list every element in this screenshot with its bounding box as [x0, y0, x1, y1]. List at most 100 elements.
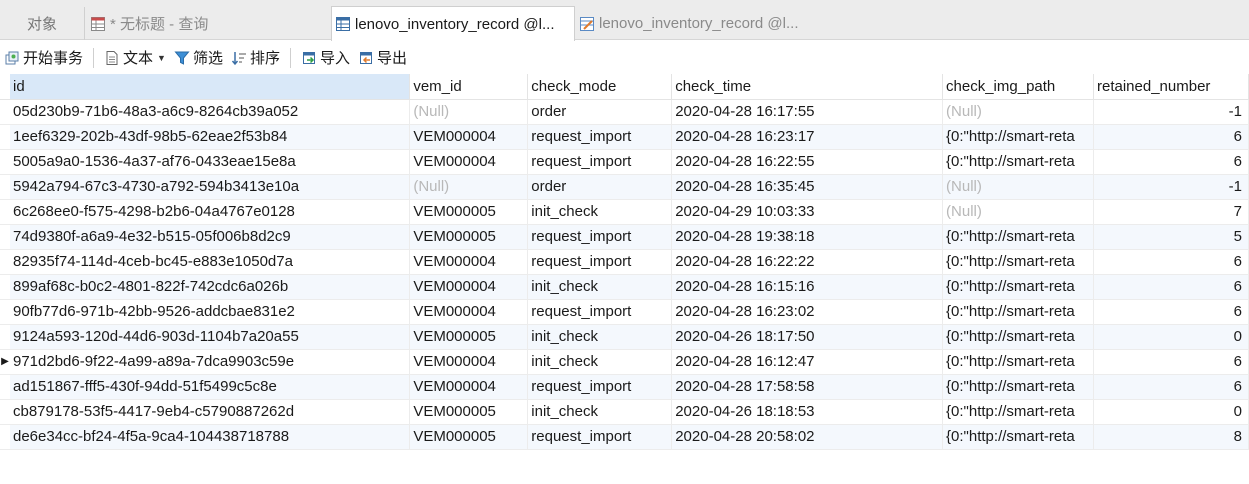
cell-retained-number[interactable]: 5: [1093, 224, 1249, 250]
cell-vem-id[interactable]: VEM000004: [409, 349, 529, 375]
row-indicator[interactable]: [0, 199, 10, 225]
cell-check-img-path[interactable]: {0:"http://smart-reta: [942, 124, 1094, 150]
export-button[interactable]: 导出: [354, 45, 411, 71]
table-row[interactable]: ad151867-fff5-430f-94dd-51f5499c5c8e VEM0…: [0, 374, 1249, 400]
cell-check-time[interactable]: 2020-04-26 18:18:53: [671, 399, 944, 425]
row-indicator[interactable]: [0, 149, 10, 175]
cell-vem-id[interactable]: VEM000004: [409, 249, 529, 275]
cell-vem-id[interactable]: VEM000005: [409, 424, 529, 450]
cell-id[interactable]: 899af68c-b0c2-4801-822f-742cdc6a026b: [9, 274, 411, 300]
cell-retained-number[interactable]: 6: [1093, 349, 1249, 375]
cell-retained-number[interactable]: 7: [1093, 199, 1249, 225]
cell-check-img-path[interactable]: {0:"http://smart-reta: [942, 424, 1094, 450]
cell-id[interactable]: 5942a794-67c3-4730-a792-594b3413e10a: [9, 174, 411, 200]
cell-check-img-path[interactable]: {0:"http://smart-reta: [942, 274, 1094, 300]
cell-check-time[interactable]: 2020-04-28 19:38:18: [671, 224, 944, 250]
row-indicator[interactable]: [0, 274, 10, 300]
row-indicator[interactable]: [0, 174, 10, 200]
cell-id[interactable]: 971d2bd6-9f22-4a99-a89a-7dca9903c59e: [9, 349, 411, 375]
cell-check-img-path[interactable]: (Null): [942, 99, 1094, 125]
filter-button[interactable]: 筛选: [170, 45, 227, 71]
row-indicator[interactable]: ▶: [0, 349, 10, 375]
tab-untitled-query[interactable]: * 无标题 - 查询: [84, 7, 330, 40]
cell-id[interactable]: 05d230b9-71b6-48a3-a6c9-8264cb39a052: [9, 99, 411, 125]
cell-check-mode[interactable]: order: [527, 99, 673, 125]
cell-retained-number[interactable]: -1: [1093, 174, 1249, 200]
column-header-check-mode[interactable]: check_mode: [527, 74, 673, 100]
cell-check-mode[interactable]: init_check: [527, 399, 673, 425]
row-indicator[interactable]: [0, 124, 10, 150]
cell-retained-number[interactable]: 6: [1093, 149, 1249, 175]
cell-check-time[interactable]: 2020-04-26 18:17:50: [671, 324, 944, 350]
table-row[interactable]: 6c268ee0-f575-4298-b2b6-04a4767e0128 VEM0…: [0, 199, 1249, 225]
cell-check-time[interactable]: 2020-04-28 16:22:22: [671, 249, 944, 275]
cell-id[interactable]: 1eef6329-202b-43df-98b5-62eae2f53b84: [9, 124, 411, 150]
table-row[interactable]: 899af68c-b0c2-4801-822f-742cdc6a026b VEM0…: [0, 274, 1249, 300]
row-indicator[interactable]: [0, 299, 10, 325]
table-row[interactable]: 5942a794-67c3-4730-a792-594b3413e10a (Nul…: [0, 174, 1249, 200]
table-row[interactable]: cb879178-53f5-4417-9eb4-c5790887262d VEM0…: [0, 399, 1249, 425]
cell-check-img-path[interactable]: (Null): [942, 174, 1094, 200]
cell-check-time[interactable]: 2020-04-28 16:23:02: [671, 299, 944, 325]
table-row[interactable]: 90fb77d6-971b-42bb-9526-addcbae831e2 VEM0…: [0, 299, 1249, 325]
cell-vem-id[interactable]: VEM000005: [409, 324, 529, 350]
cell-id[interactable]: 5005a9a0-1536-4a37-af76-0433eae15e8a: [9, 149, 411, 175]
text-button[interactable]: 文本 ▼: [100, 45, 170, 71]
table-row[interactable]: 05d230b9-71b6-48a3-a6c9-8264cb39a052 (Nul…: [0, 99, 1249, 125]
cell-check-time[interactable]: 2020-04-28 16:17:55: [671, 99, 944, 125]
cell-vem-id[interactable]: VEM000005: [409, 199, 529, 225]
cell-retained-number[interactable]: 8: [1093, 424, 1249, 450]
cell-id[interactable]: 90fb77d6-971b-42bb-9526-addcbae831e2: [9, 299, 411, 325]
table-row[interactable]: 74d9380f-a6a9-4e32-b515-05f006b8d2c9 VEM0…: [0, 224, 1249, 250]
cell-check-img-path[interactable]: {0:"http://smart-reta: [942, 249, 1094, 275]
chevron-down-icon[interactable]: ▼: [157, 53, 166, 63]
row-indicator[interactable]: [0, 324, 10, 350]
row-indicator[interactable]: [0, 374, 10, 400]
cell-vem-id[interactable]: VEM000004: [409, 374, 529, 400]
begin-transaction-button[interactable]: 开始事务: [0, 45, 87, 71]
row-indicator[interactable]: [0, 399, 10, 425]
cell-check-img-path[interactable]: {0:"http://smart-reta: [942, 224, 1094, 250]
cell-check-img-path[interactable]: {0:"http://smart-reta: [942, 349, 1094, 375]
cell-check-img-path[interactable]: (Null): [942, 199, 1094, 225]
cell-vem-id[interactable]: VEM000004: [409, 149, 529, 175]
cell-vem-id[interactable]: (Null): [409, 99, 529, 125]
cell-id[interactable]: 6c268ee0-f575-4298-b2b6-04a4767e0128: [9, 199, 411, 225]
cell-check-time[interactable]: 2020-04-28 16:12:47: [671, 349, 944, 375]
cell-vem-id[interactable]: VEM000005: [409, 224, 529, 250]
cell-check-mode[interactable]: request_import: [527, 374, 673, 400]
cell-check-mode[interactable]: init_check: [527, 324, 673, 350]
cell-check-mode[interactable]: request_import: [527, 299, 673, 325]
table-row[interactable]: 1eef6329-202b-43df-98b5-62eae2f53b84 VEM0…: [0, 124, 1249, 150]
row-indicator[interactable]: [0, 424, 10, 450]
import-button[interactable]: 导入: [297, 45, 354, 71]
column-header-check-img-path[interactable]: check_img_path: [942, 74, 1094, 100]
row-indicator[interactable]: [0, 99, 10, 125]
cell-check-img-path[interactable]: {0:"http://smart-reta: [942, 324, 1094, 350]
table-row[interactable]: 82935f74-114d-4ceb-bc45-e883e1050d7a VEM0…: [0, 249, 1249, 275]
cell-check-img-path[interactable]: {0:"http://smart-reta: [942, 374, 1094, 400]
cell-id[interactable]: cb879178-53f5-4417-9eb4-c5790887262d: [9, 399, 411, 425]
row-indicator[interactable]: [0, 224, 10, 250]
cell-check-mode[interactable]: init_check: [527, 199, 673, 225]
cell-retained-number[interactable]: 6: [1093, 124, 1249, 150]
sort-button[interactable]: 排序: [227, 45, 284, 71]
column-header-check-time[interactable]: check_time: [671, 74, 944, 100]
cell-id[interactable]: ad151867-fff5-430f-94dd-51f5499c5c8e: [9, 374, 411, 400]
tab-inventory-record-design[interactable]: lenovo_inventory_record @l...: [576, 7, 822, 40]
data-grid[interactable]: id vem_id check_mode check_time check_im…: [0, 74, 1249, 484]
cell-check-time[interactable]: 2020-04-28 16:15:16: [671, 274, 944, 300]
cell-check-time[interactable]: 2020-04-28 16:23:17: [671, 124, 944, 150]
cell-check-mode[interactable]: order: [527, 174, 673, 200]
tab-inventory-record-data[interactable]: lenovo_inventory_record @l...: [331, 6, 575, 41]
cell-check-img-path[interactable]: {0:"http://smart-reta: [942, 399, 1094, 425]
cell-vem-id[interactable]: VEM000004: [409, 274, 529, 300]
cell-check-mode[interactable]: request_import: [527, 249, 673, 275]
cell-check-img-path[interactable]: {0:"http://smart-reta: [942, 299, 1094, 325]
column-header-id[interactable]: id: [9, 74, 411, 100]
cell-vem-id[interactable]: (Null): [409, 174, 529, 200]
cell-check-time[interactable]: 2020-04-28 16:22:55: [671, 149, 944, 175]
column-header-vem-id[interactable]: vem_id: [409, 74, 529, 100]
cell-id[interactable]: 82935f74-114d-4ceb-bc45-e883e1050d7a: [9, 249, 411, 275]
cell-check-mode[interactable]: init_check: [527, 274, 673, 300]
